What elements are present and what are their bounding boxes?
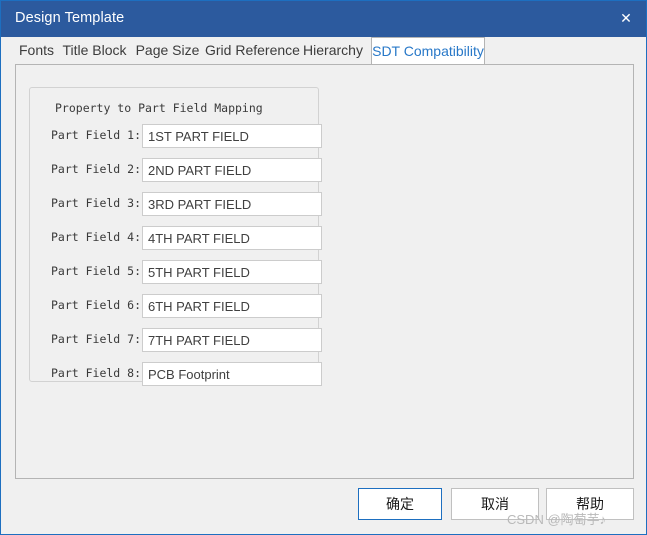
tab-label: SDT Compatibility [372, 43, 484, 59]
close-icon: ✕ [620, 10, 632, 26]
tab-fonts[interactable]: Fonts [16, 37, 57, 65]
part-field-7-input[interactable] [142, 328, 322, 352]
help-button[interactable]: 帮助 [546, 488, 634, 520]
field-row: Part Field 1: [30, 124, 322, 148]
tab-label: Page Size [135, 42, 200, 58]
part-field-6-label: Part Field 6: [51, 298, 142, 312]
design-template-dialog: Design Template ✕ Fonts Title Block Page… [0, 0, 647, 535]
field-row: Part Field 7: [30, 328, 322, 352]
tab-title-block[interactable]: Title Block [59, 37, 130, 65]
part-field-5-input[interactable] [142, 260, 322, 284]
tab-strip: Fonts Title Block Page Size Grid Referen… [2, 37, 646, 66]
group-box-label: Property to Part Field Mapping [51, 101, 267, 115]
title-bar: Design Template ✕ [1, 1, 646, 37]
part-field-2-label: Part Field 2: [51, 162, 142, 176]
cancel-button[interactable]: 取消 [451, 488, 539, 520]
part-field-8-input[interactable] [142, 362, 322, 386]
part-field-6-input[interactable] [142, 294, 322, 318]
part-field-3-label: Part Field 3: [51, 196, 142, 210]
part-field-7-label: Part Field 7: [51, 332, 142, 346]
tab-page-size[interactable]: Page Size [132, 37, 203, 65]
tab-label: Fonts [18, 42, 54, 58]
part-field-3-input[interactable] [142, 192, 322, 216]
tab-grid-reference[interactable]: Grid Reference [205, 37, 300, 65]
property-to-part-field-mapping-group: Property to Part Field Mapping Part Fiel… [29, 87, 322, 386]
tab-label: Hierarchy [303, 42, 363, 58]
tab-hierarchy[interactable]: Hierarchy [297, 37, 369, 65]
part-field-1-input[interactable] [142, 124, 322, 148]
part-field-2-input[interactable] [142, 158, 322, 182]
tab-sdt-compatibility[interactable]: SDT Compatibility [371, 37, 485, 66]
part-field-5-label: Part Field 5: [51, 264, 142, 278]
field-row: Part Field 5: [30, 260, 322, 284]
part-field-1-label: Part Field 1: [51, 128, 142, 142]
field-row: Part Field 6: [30, 294, 322, 318]
window-title: Design Template [15, 10, 125, 26]
field-row: Part Field 2: [30, 158, 322, 182]
field-row: Part Field 8: [30, 362, 322, 386]
part-field-8-label: Part Field 8: [51, 366, 142, 380]
tab-label: Grid Reference [205, 42, 300, 58]
part-field-4-label: Part Field 4: [51, 230, 142, 244]
field-row: Part Field 3: [30, 192, 322, 216]
tab-content-panel: Property to Part Field Mapping Part Fiel… [15, 64, 634, 479]
ok-button[interactable]: 确定 [358, 488, 442, 520]
tab-label: Title Block [62, 42, 127, 58]
close-button[interactable]: ✕ [604, 1, 646, 37]
field-row: Part Field 4: [30, 226, 322, 250]
part-field-4-input[interactable] [142, 226, 322, 250]
